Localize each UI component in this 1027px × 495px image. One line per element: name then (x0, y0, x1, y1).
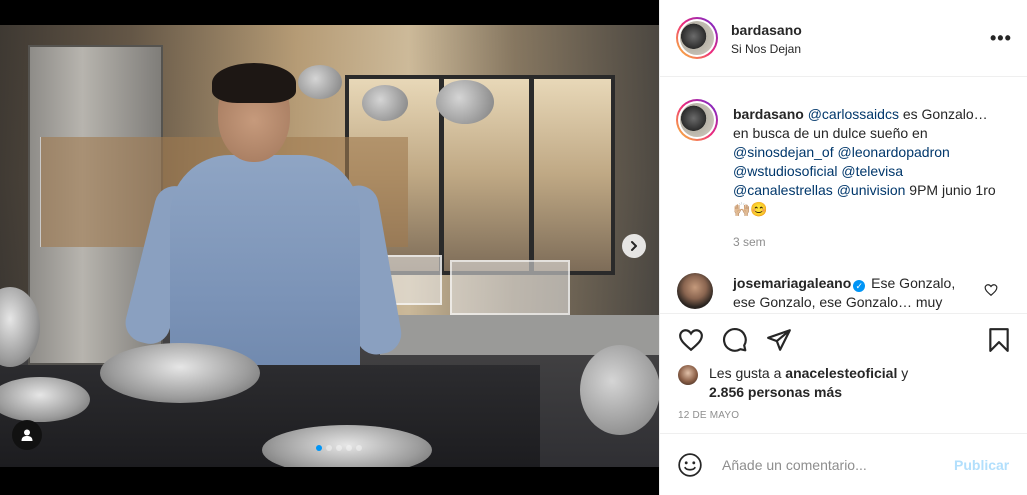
post-username[interactable]: bardasano (731, 22, 802, 38)
likes-text: Les gusta a anacelesteoficial y 2.856 pe… (709, 364, 1009, 402)
cake-mold (580, 345, 659, 435)
more-options-button[interactable]: ••• (990, 28, 1012, 49)
share-button[interactable] (764, 325, 794, 355)
caption-time[interactable]: 3 sem (733, 235, 766, 249)
comment-input[interactable] (722, 454, 932, 476)
heart-icon (679, 329, 703, 352)
liker-avatar[interactable] (678, 365, 698, 385)
avatar[interactable] (676, 17, 718, 59)
mention-link[interactable]: @wstudiosoficial (733, 163, 837, 179)
comment-text: josemariagaleano ✓ Ese Gonzalo, ese Gonza… (733, 274, 978, 312)
dough-container (450, 260, 570, 315)
post-panel: bardasano Si Nos Dejan ••• bardasano @ca… (659, 0, 1027, 495)
mention-link[interactable]: @televisa (841, 163, 903, 179)
caption-text: bardasano @carlossaidcs es Gonzalo… en b… (733, 105, 1003, 219)
mention-link[interactable]: @carlossaidcs (808, 106, 899, 122)
likes-prefix: Les gusta a (709, 365, 786, 381)
mixing-bowl (100, 343, 260, 403)
post-date[interactable]: 12 DE MAYO (678, 410, 739, 421)
like-button[interactable] (676, 325, 706, 355)
post-caption: bardasano @carlossaidcs es Gonzalo… en b… (660, 77, 1027, 257)
comment-username[interactable]: josemariagaleano (733, 275, 851, 291)
tagged-users-button[interactable] (12, 420, 42, 450)
mention-link[interactable]: @canalestrellas (733, 182, 833, 198)
comment-like-icon[interactable] (984, 283, 998, 297)
likes-middle: y (897, 365, 909, 381)
post-location[interactable]: Si Nos Dejan (731, 42, 801, 56)
mention-link[interactable]: @leonardopadron (838, 144, 950, 160)
post-header: bardasano Si Nos Dejan ••• (660, 0, 1027, 77)
post-actions: Les gusta a anacelesteoficial y 2.856 pe… (660, 313, 1027, 433)
save-button[interactable] (984, 325, 1014, 355)
liker-username[interactable]: anacelesteoficial (785, 365, 897, 381)
caption-username[interactable]: bardasano (733, 106, 804, 122)
publish-button[interactable]: Publicar (954, 457, 1009, 473)
bookmark-icon (989, 328, 1009, 352)
mention-link[interactable]: @univision (837, 182, 906, 198)
emoji-icon[interactable] (677, 452, 703, 478)
comment-item: josemariagaleano ✓ Ese Gonzalo, ese Gonza… (660, 265, 1027, 313)
comment-icon (723, 328, 747, 352)
user-tag-icon (21, 429, 33, 441)
share-icon (767, 329, 791, 351)
comment-button[interactable] (720, 325, 750, 355)
next-photo-button[interactable] (622, 234, 646, 258)
post-photo[interactable] (0, 25, 659, 467)
chevron-right-icon (631, 241, 637, 251)
verified-icon: ✓ (853, 280, 866, 292)
caption-avatar[interactable] (676, 99, 718, 141)
post-media[interactable] (0, 0, 659, 495)
mention-link[interactable]: @sinosdejan_of (733, 144, 834, 160)
hanging-pot (436, 80, 494, 124)
likes-count[interactable]: 2.856 personas más (709, 384, 842, 400)
carousel-indicator (316, 445, 362, 451)
comment-avatar[interactable] (677, 273, 713, 309)
add-comment-bar: Publicar (660, 433, 1027, 495)
